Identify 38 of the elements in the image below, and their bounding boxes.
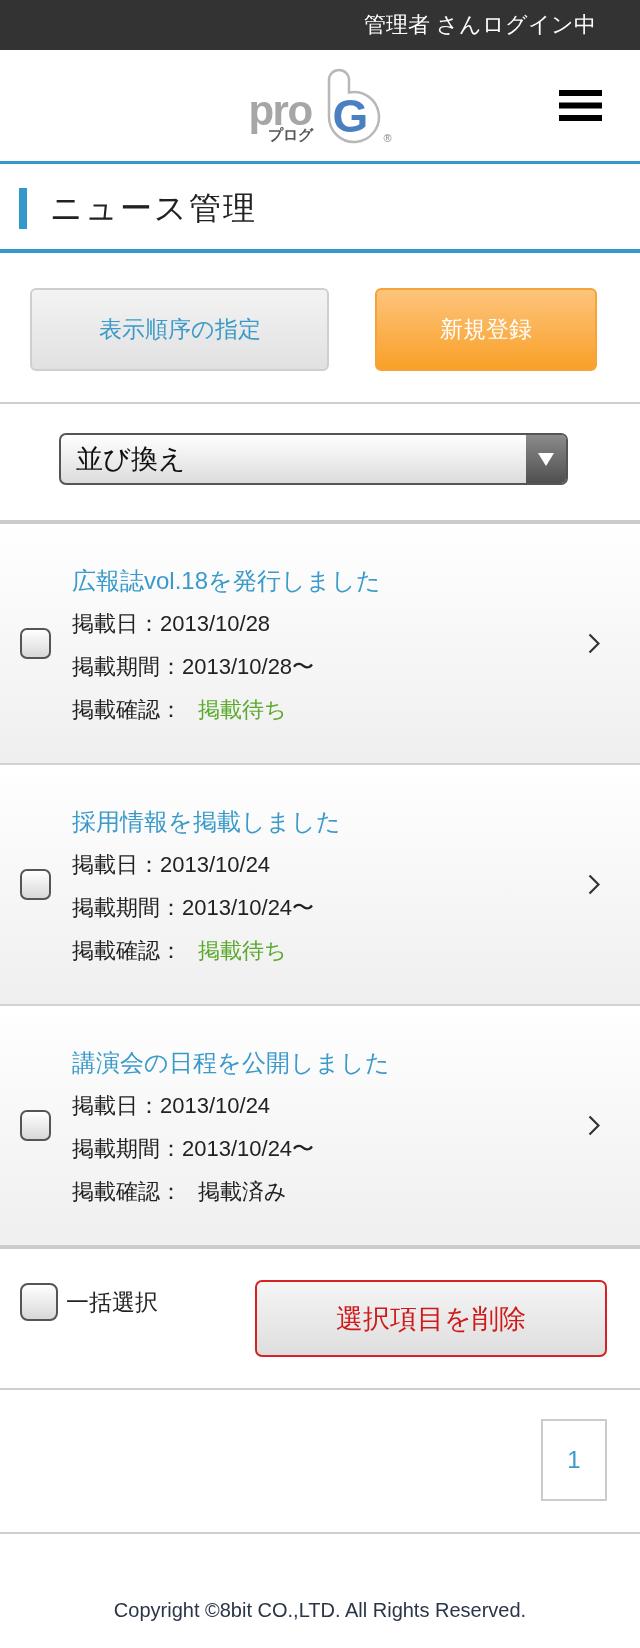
publication-period: 掲載期間：2013/10/28〜 [72, 652, 315, 681]
checkbox[interactable] [20, 628, 51, 659]
registered-mark: ® [383, 131, 392, 144]
sort-select[interactable]: 並び換え [59, 433, 568, 485]
news-item-card[interactable]: 講演会の日程を公開しました 掲載日：2013/10/24 掲載期間：2013/10/24〜 掲載確認： 掲載済み [0, 1004, 640, 1245]
login-status: 管理者 さんログイン中 [363, 11, 596, 39]
new-entry-button[interactable]: 新規登録 [375, 288, 597, 371]
page-title: ニュース管理 [50, 188, 257, 228]
news-item-card[interactable]: 採用情報を掲載しました 掲載日：2013/10/24 掲載期間：2013/10/24〜 掲載確認： 掲載待ち [0, 763, 640, 1004]
confirmation-status: 掲載済み [198, 1177, 287, 1206]
display-order-button[interactable]: 表示順序の指定 [30, 288, 329, 371]
confirmation-status: 掲載待ち [198, 695, 287, 724]
confirmation-label: 掲載確認： [72, 1177, 182, 1206]
page-link[interactable]: 1 [541, 1419, 607, 1501]
confirmation-label: 掲載確認： [72, 695, 182, 724]
publication-period: 掲載期間：2013/10/24〜 [72, 1134, 315, 1163]
delete-selected-button[interactable]: 選択項目を削除 [255, 1280, 607, 1357]
confirmation-status: 掲載待ち [198, 936, 287, 965]
checkbox[interactable] [20, 1110, 51, 1141]
chevron-right-icon [588, 1115, 600, 1136]
published-date: 掲載日：2013/10/24 [72, 1091, 271, 1120]
published-date: 掲載日：2013/10/28 [72, 609, 271, 638]
menu-icon[interactable] [559, 90, 602, 121]
checkbox[interactable] [20, 1283, 58, 1321]
publication-period: 掲載期間：2013/10/24〜 [72, 893, 315, 922]
news-title[interactable]: 広報誌vol.18を発行しました [72, 558, 382, 602]
published-date: 掲載日：2013/10/24 [72, 850, 271, 879]
heading-accent-bar [19, 188, 27, 229]
chevron-right-icon [588, 633, 600, 654]
chevron-right-icon [588, 874, 600, 895]
logo-thumb-icon [325, 67, 382, 144]
news-title[interactable]: 採用情報を掲載しました [72, 799, 341, 843]
confirmation-label: 掲載確認： [72, 936, 182, 965]
select-all-label: 一括選択 [66, 1287, 158, 1317]
news-title[interactable]: 講演会の日程を公開しました [72, 1040, 390, 1084]
copyright-text: Copyright ©8bit CO.,LTD. All Rights Reserved. [113, 1599, 527, 1622]
checkbox[interactable] [20, 869, 51, 900]
logo-letter: G [332, 92, 369, 139]
